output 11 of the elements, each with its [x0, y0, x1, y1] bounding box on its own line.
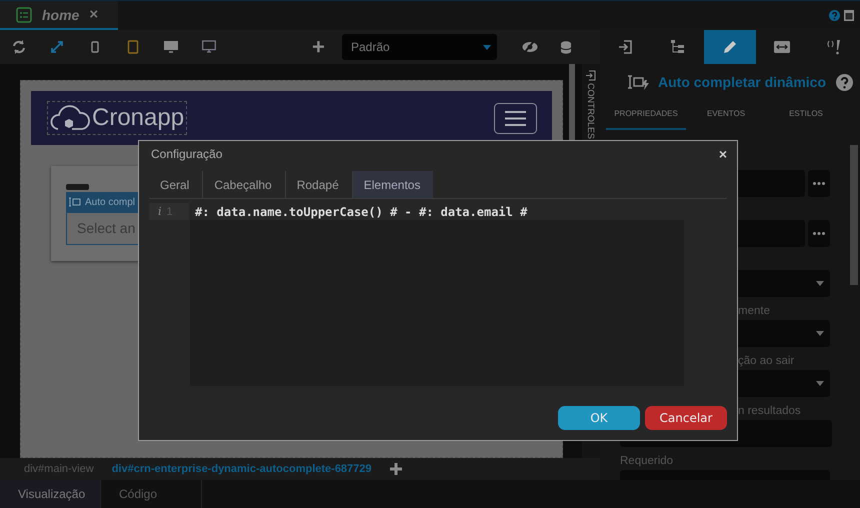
field-label: n resultados	[738, 405, 802, 418]
component-title: Auto completar dinâmico	[658, 74, 826, 90]
field-label: mente	[738, 305, 771, 318]
field-label: ção ao sair	[738, 355, 796, 368]
info-marker: i	[158, 205, 162, 218]
dialog-title: Configuração	[151, 147, 222, 161]
logo-text: Cronapp	[92, 104, 184, 132]
field-label: Requerido	[620, 455, 674, 468]
component-label: Auto compl	[85, 196, 136, 208]
tab-title: home	[42, 6, 80, 22]
code-line: #: data.name.toUpperCase() # - #: data.email #	[195, 204, 528, 218]
